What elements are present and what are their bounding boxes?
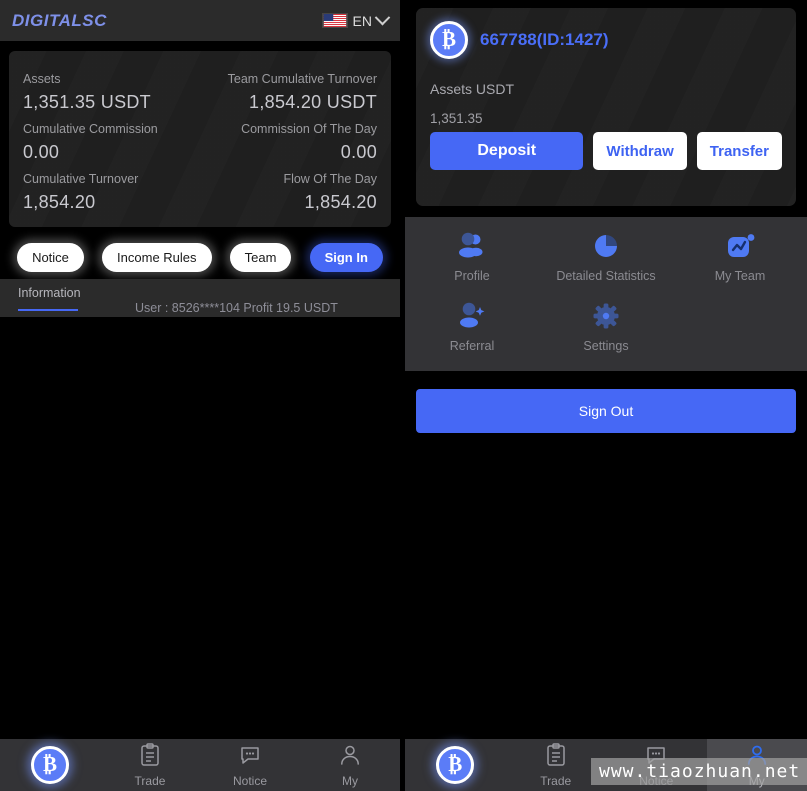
trend-chart-icon	[724, 231, 756, 261]
sign-in-button[interactable]: Sign In	[309, 242, 383, 272]
quick-action-label: Referral	[449, 339, 495, 353]
withdraw-button[interactable]: Withdraw	[593, 132, 687, 170]
chevron-down-icon	[374, 9, 391, 26]
stats-label-row-2: Cumulative Commission Commission Of The …	[23, 113, 377, 136]
quick-action-my-team[interactable]: My Team	[673, 231, 807, 283]
tab-information[interactable]: Information	[18, 286, 81, 300]
stat-label: Assets	[23, 72, 61, 86]
nav-label: Trade	[540, 773, 572, 788]
action-pill-row: Notice Income Rules Team Sign In	[0, 235, 400, 279]
account-card: ₿ 667788(ID:1427) Assets USDT 1,351.35 D…	[416, 8, 796, 206]
people-icon	[455, 231, 489, 261]
clipboard-icon	[545, 742, 567, 772]
account-identity: ₿ 667788(ID:1427)	[430, 21, 782, 59]
nav-item-home[interactable]: ₿	[405, 739, 506, 791]
clipboard-icon	[139, 742, 161, 772]
nav-item-trade[interactable]: Trade	[100, 739, 200, 791]
quick-action-referral[interactable]: Referral	[405, 301, 539, 353]
stats-value-row-3: 1,854.20 1,854.20	[23, 186, 377, 213]
quick-action-settings[interactable]: Settings	[539, 301, 673, 353]
nav-item-notice[interactable]: Notice	[200, 739, 300, 791]
profit-ticker: User : 8526****104 Profit 19.5 USDT	[135, 301, 338, 315]
stat-value: 0.00	[340, 142, 377, 162]
stat-label: Cumulative Commission	[23, 122, 158, 136]
stats-value-row-1: 1,351.35 USDT 1,854.20 USDT	[23, 86, 377, 113]
account-name[interactable]: 667788(ID:1427)	[480, 30, 609, 50]
assets-value: 1,351.35	[430, 111, 483, 126]
gear-icon	[590, 301, 622, 331]
quick-action-label: Detailed Statistics	[556, 269, 656, 283]
bitcoin-icon: ₿	[430, 21, 468, 59]
app-header: DIGITALSC EN	[0, 0, 400, 41]
nav-label: My	[342, 773, 358, 788]
assets-label: Assets USDT	[430, 81, 515, 97]
quick-action-profile[interactable]: Profile	[405, 231, 539, 283]
language-selector[interactable]: EN	[321, 9, 391, 29]
nav-item-home[interactable]: ₿	[0, 739, 100, 791]
us-flag-icon	[321, 13, 348, 28]
quick-action-label: Profile	[454, 269, 490, 283]
quick-actions-panel: Profile Detailed Statistics My Team Refe…	[405, 217, 807, 371]
stat-value: 1,854.20	[304, 192, 377, 212]
stat-value: 1,854.20 USDT	[249, 92, 377, 112]
person-add-icon	[455, 301, 489, 331]
stats-label-row-3: Cumulative Turnover Flow Of The Day	[23, 163, 377, 186]
stat-label: Flow Of The Day	[283, 172, 377, 186]
person-icon	[338, 743, 362, 772]
stat-label: Commission Of The Day	[241, 122, 377, 136]
nav-item-my[interactable]: My	[300, 739, 400, 791]
quick-actions-grid: Profile Detailed Statistics My Team Refe…	[405, 231, 807, 353]
sign-out-area: Sign Out	[405, 371, 807, 433]
stat-value: 1,854.20	[23, 192, 96, 212]
left-bottom-nav: ₿ Trade Notice My	[0, 738, 400, 791]
stat-value: 0.00	[23, 142, 60, 162]
nav-label: Trade	[134, 773, 166, 788]
app-logo: DIGITALSC	[12, 10, 107, 30]
site-watermark: www.tiaozhuan.net	[591, 758, 807, 785]
income-rules-button[interactable]: Income Rules	[102, 242, 212, 272]
team-button[interactable]: Team	[229, 242, 292, 272]
pie-chart-icon	[590, 231, 622, 261]
transfer-button[interactable]: Transfer	[696, 132, 782, 170]
notice-button[interactable]: Notice	[17, 242, 84, 272]
stats-value-row-2: 0.00 0.00	[23, 136, 377, 163]
deposit-button[interactable]: Deposit	[430, 132, 584, 170]
stats-label-row-1: Assets Team Cumulative Turnover	[23, 63, 377, 86]
quick-action-label: Settings	[583, 339, 629, 353]
stat-label: Team Cumulative Turnover	[227, 72, 377, 86]
nav-label: Notice	[232, 773, 267, 788]
right-panel-screen: ₿ 667788(ID:1427) Assets USDT 1,351.35 D…	[405, 0, 807, 791]
left-panel-screen: DIGITALSC EN Assets Team Cumulative Turn…	[0, 0, 400, 791]
sign-out-button[interactable]: Sign Out	[416, 389, 796, 433]
bitcoin-icon: ₿	[436, 746, 475, 784]
quick-action-label: My Team	[714, 269, 766, 283]
stats-card: Assets Team Cumulative Turnover 1,351.35…	[9, 51, 391, 227]
stat-value: 1,351.35 USDT	[23, 92, 151, 112]
account-actions: Deposit Withdraw Transfer	[430, 132, 782, 170]
bitcoin-icon: ₿	[31, 746, 69, 784]
quick-action-detailed-statistics[interactable]: Detailed Statistics	[539, 231, 673, 283]
language-label: EN	[352, 12, 372, 29]
information-tab-strip: Information User : 8526****104 Profit 19…	[0, 279, 400, 317]
stat-label: Cumulative Turnover	[23, 172, 139, 186]
chat-icon	[238, 743, 262, 772]
quick-actions-grid-spacer	[673, 301, 807, 353]
tab-active-underline	[18, 309, 78, 311]
